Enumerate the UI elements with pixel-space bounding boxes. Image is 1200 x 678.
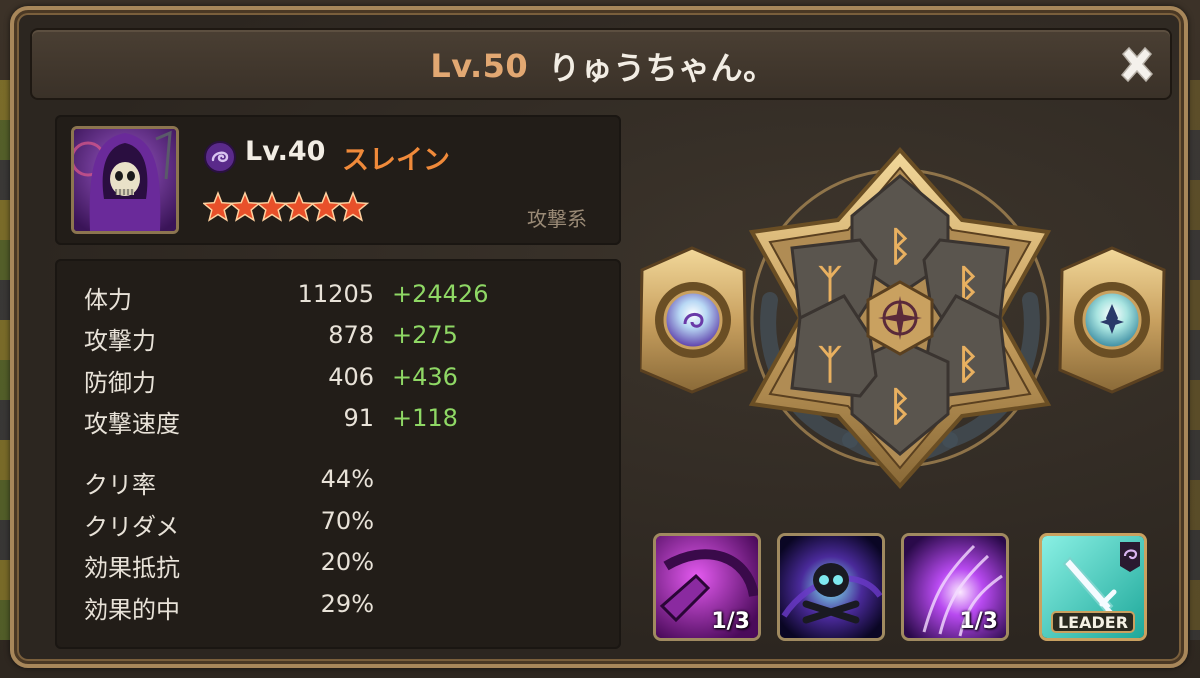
artifact-slot-right[interactable] — [1058, 246, 1166, 394]
leader-sword-icon: LEADER — [1042, 536, 1144, 638]
star-icon — [309, 190, 343, 222]
stat-bonus-hp: +24426 — [392, 280, 489, 308]
stat-value-accuracy: 29% — [320, 590, 374, 618]
monster-name: スレイン — [342, 145, 450, 176]
dialog-title-bar: Lv.50 りゅうちゃん。 — [30, 28, 1172, 100]
star-icon — [203, 190, 235, 222]
rune-board: ᛒ ᛒ ᛒ ᛒ ᛉ ᛉ — [640, 146, 1166, 490]
skill-3-button[interactable]: 1/3 — [901, 533, 1009, 641]
stat-label-accuracy: 効果的中 — [84, 596, 180, 624]
stat-bonus-def: +436 — [392, 363, 458, 391]
stat-label-def: 防御力 — [84, 369, 156, 397]
dialog-title: Lv.50 りゅうちゃん。 — [32, 30, 1174, 102]
stat-label-atk: 攻撃力 — [84, 327, 156, 355]
star-icon — [255, 190, 289, 222]
rune-glyph-2: ᛒ — [888, 224, 912, 270]
dark-attribute-artifact-icon — [663, 290, 723, 350]
star-icon — [228, 190, 262, 222]
monster-portrait[interactable] — [71, 126, 179, 234]
player-name: りゅうちゃん。 — [548, 49, 776, 87]
stat-label-crit-dmg: クリダメ — [84, 513, 180, 541]
monster-level: Lv.40 — [245, 136, 326, 167]
stat-value-resist: 20% — [320, 548, 374, 576]
star-icon — [282, 190, 316, 222]
stat-label-crit-rate: クリ率 — [84, 471, 156, 499]
stat-label-hp: 体力 — [84, 286, 132, 314]
monster-type: 攻撃系 — [527, 207, 587, 231]
skull-crossbones-vortex-icon — [780, 536, 882, 638]
game-screen: Lv.50 りゅうちゃん。 Lv.40 スレイン 攻撃系 体力 11205 +2… — [0, 0, 1200, 678]
dark-element-icon — [204, 141, 236, 173]
hooded-skeleton-reaper-portrait — [74, 129, 176, 231]
rune-glyph-4: ᛒ — [956, 342, 980, 388]
skill-3-level: 1/3 — [959, 609, 998, 634]
stat-value-hp: 11205 — [297, 280, 374, 308]
artifact-slot-left[interactable] — [640, 246, 748, 394]
stat-label-spd: 攻撃速度 — [84, 410, 180, 438]
rune-glyph-1: ᛒ — [888, 384, 912, 430]
rune-glyph-6: ᛉ — [818, 342, 842, 388]
leader-skill-button[interactable]: LEADER — [1039, 533, 1147, 641]
skill-1-button[interactable]: 1/3 — [653, 533, 761, 641]
stat-bonus-atk: +275 — [392, 321, 458, 349]
star-icon — [336, 190, 370, 222]
stat-bonus-spd: +118 — [392, 404, 458, 432]
close-icon[interactable] — [1115, 44, 1159, 88]
background-right-edge — [1190, 80, 1200, 640]
stat-value-spd: 91 — [343, 404, 374, 432]
star-rating — [203, 190, 370, 222]
leader-label: LEADER — [1058, 613, 1128, 632]
stat-value-def: 406 — [328, 363, 374, 391]
stat-value-crit-dmg: 70% — [320, 507, 374, 535]
skill-1-level: 1/3 — [711, 609, 750, 634]
stat-value-atk: 878 — [328, 321, 374, 349]
player-level: Lv.50 — [430, 47, 529, 85]
skill-2-button[interactable] — [777, 533, 885, 641]
stat-value-crit-rate: 44% — [320, 465, 374, 493]
stat-label-resist: 効果抵抗 — [84, 554, 180, 582]
